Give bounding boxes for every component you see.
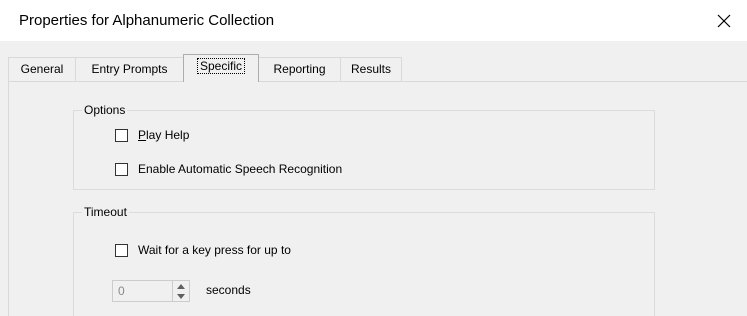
play-help-mnemonic: P: [138, 128, 147, 142]
wait-key-checkbox[interactable]: [115, 243, 128, 257]
enable-asr-checkbox[interactable]: [115, 162, 128, 176]
play-help-label: Play Help: [138, 128, 189, 142]
tab-entry-prompts[interactable]: Entry Prompts: [75, 57, 184, 81]
timeout-group-label: Timeout: [82, 205, 129, 219]
tab-reporting-label: Reporting: [273, 62, 326, 76]
wait-key-label: Wait for a key press for up to: [138, 243, 291, 257]
close-icon: [717, 14, 731, 27]
tab-results-label: Results: [350, 62, 391, 76]
chevron-up-icon: [177, 283, 185, 289]
play-help-checkbox[interactable]: [115, 128, 128, 142]
tab-general-label: General: [20, 62, 64, 76]
properties-dialog: Properties for Alphanumeric Collection G…: [0, 0, 747, 316]
close-button[interactable]: [701, 0, 747, 41]
tab-specific[interactable]: Specific: [183, 54, 259, 82]
seconds-spinner[interactable]: 0: [112, 280, 190, 302]
options-group-label: Options: [82, 103, 128, 117]
options-groupbox: [73, 110, 655, 190]
tab-entry-prompts-label: Entry Prompts: [91, 62, 168, 76]
tab-general[interactable]: General: [8, 57, 76, 81]
window-title: Properties for Alphanumeric Collection: [19, 12, 275, 29]
chevron-down-icon: [177, 293, 185, 299]
tab-specific-label: Specific: [196, 58, 246, 74]
play-help-label-rest: lay Help: [146, 128, 190, 142]
play-help-row[interactable]: Play Help: [115, 128, 189, 142]
enable-asr-label: Enable Automatic Speech Recognition: [138, 162, 343, 176]
tab-reporting[interactable]: Reporting: [258, 57, 341, 81]
spinner-buttons: [172, 281, 189, 301]
title-bar: Properties for Alphanumeric Collection: [0, 0, 747, 41]
spin-up-button[interactable]: [173, 281, 189, 291]
tab-results[interactable]: Results: [340, 57, 402, 81]
spin-down-button[interactable]: [173, 291, 189, 301]
enable-asr-row[interactable]: Enable Automatic Speech Recognition: [115, 162, 342, 176]
wait-key-row[interactable]: Wait for a key press for up to: [115, 243, 291, 257]
seconds-value[interactable]: 0: [118, 284, 125, 298]
seconds-label: seconds: [206, 283, 251, 297]
